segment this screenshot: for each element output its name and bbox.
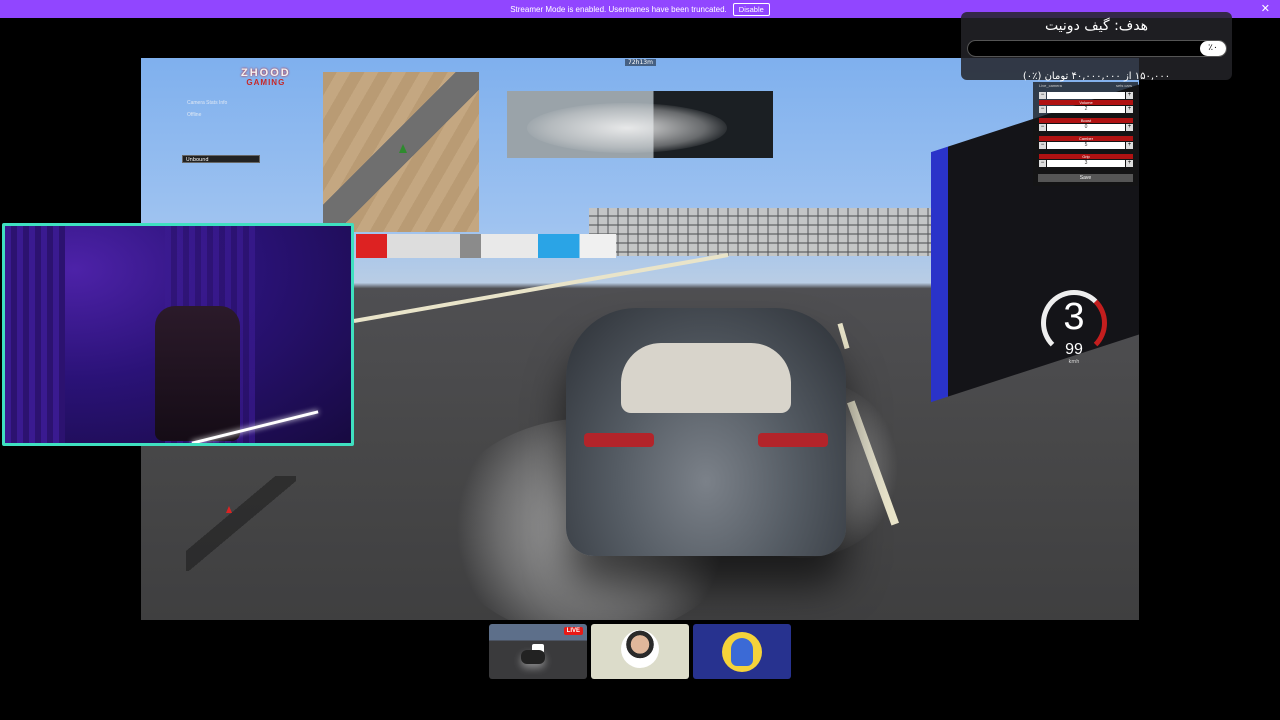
parked-trucks (356, 234, 616, 258)
mod-value-field[interactable] (1047, 92, 1125, 99)
curtain (5, 226, 65, 443)
camera-info-label: Camera Stats Info (187, 100, 228, 106)
mod-row: Volume 2 − + (1039, 100, 1133, 116)
increase-button[interactable]: + (1126, 92, 1133, 99)
keybind-dropdown[interactable]: Unbound (182, 155, 260, 163)
mod-save-button[interactable]: Save (1038, 174, 1133, 182)
mod-label: Camber (1039, 136, 1133, 141)
disable-streamer-mode-button[interactable]: Disable (732, 2, 770, 16)
participant-thumbnail[interactable] (693, 624, 791, 679)
status-label: Offline (187, 112, 202, 118)
speedometer: 3 99 kmh (1037, 286, 1117, 368)
speed-readout: 99 (1065, 341, 1083, 358)
mod-row: Boost 0 − + (1039, 118, 1133, 134)
gaming-chair (155, 306, 240, 441)
increase-button[interactable]: + (1126, 124, 1133, 131)
decrease-button[interactable]: − (1039, 142, 1046, 149)
mod-row: Grip 3 − + (1039, 154, 1133, 170)
decrease-button[interactable]: − (1039, 160, 1046, 167)
logo-line-2: GAMING (246, 78, 286, 87)
lane-marking (837, 322, 850, 350)
increase-button[interactable]: + (1126, 106, 1133, 113)
gear-indicator: 3 (1063, 296, 1085, 338)
decrease-button[interactable]: − (1039, 92, 1046, 99)
car-tail-light (584, 433, 654, 447)
zhood-gaming-logo: ZHOOD GAMING (241, 68, 291, 87)
replay-camera-feed (507, 91, 773, 158)
mod-value-field[interactable]: 2 (1047, 106, 1125, 113)
mod-label: Boost (1039, 118, 1133, 123)
session-timer: 72h13m (625, 59, 656, 66)
streamer-mode-message: Streamer Mode is enabled. Usernames have… (510, 4, 727, 14)
webcam-overlay (2, 223, 354, 446)
car-tail-light (758, 433, 828, 447)
donation-percent: ٪۰ (1200, 41, 1226, 56)
mascot-avatar (722, 632, 762, 672)
mod-value-field[interactable]: 3 (1047, 160, 1125, 167)
thumbnail-car (521, 650, 545, 664)
donation-goal-widget: هدف: گیف دونیت ٪۰ ۱۵۰,۰۰۰ از ۴۰,۰۰۰,۰۰۰ … (961, 12, 1232, 82)
donation-amount: ۱۵۰,۰۰۰ از ۴۰,۰۰۰,۰۰۰ تومان (٪۰) (1022, 71, 1171, 82)
donation-goal-title: هدف: گیف دونیت (1044, 18, 1149, 34)
close-icon[interactable]: ✕ (1261, 2, 1270, 15)
feed-smoke (527, 103, 727, 153)
speed-unit: kmh (1068, 359, 1080, 365)
map-marker-icon (399, 144, 407, 153)
stream-thumbnail-live[interactable]: LIVE (489, 624, 587, 679)
mod-label: Volume (1039, 100, 1133, 105)
mod-label: Grip (1039, 154, 1133, 159)
minimap (186, 476, 296, 571)
increase-button[interactable]: + (1126, 160, 1133, 167)
donation-progress-bar: ٪۰ (967, 40, 1227, 57)
mod-value-field[interactable]: 5 (1047, 142, 1125, 149)
car-rear-window (621, 343, 791, 413)
participant-avatar (621, 630, 659, 668)
background-buildings (589, 208, 939, 256)
live-badge: LIVE (563, 627, 583, 635)
player-car (566, 308, 846, 556)
player-pin-icon (226, 506, 232, 513)
participant-thumbnail[interactable] (591, 624, 689, 679)
tuning-mod-panel: Live_camera sets cars − + Volume 2 − + B… (1033, 82, 1138, 186)
increase-button[interactable]: + (1126, 142, 1133, 149)
mod-value-field[interactable]: 0 (1047, 124, 1125, 131)
decrease-button[interactable]: − (1039, 124, 1046, 131)
mod-row: Camber 5 − + (1039, 136, 1133, 152)
overhead-map-view (323, 72, 479, 232)
decrease-button[interactable]: − (1039, 106, 1046, 113)
